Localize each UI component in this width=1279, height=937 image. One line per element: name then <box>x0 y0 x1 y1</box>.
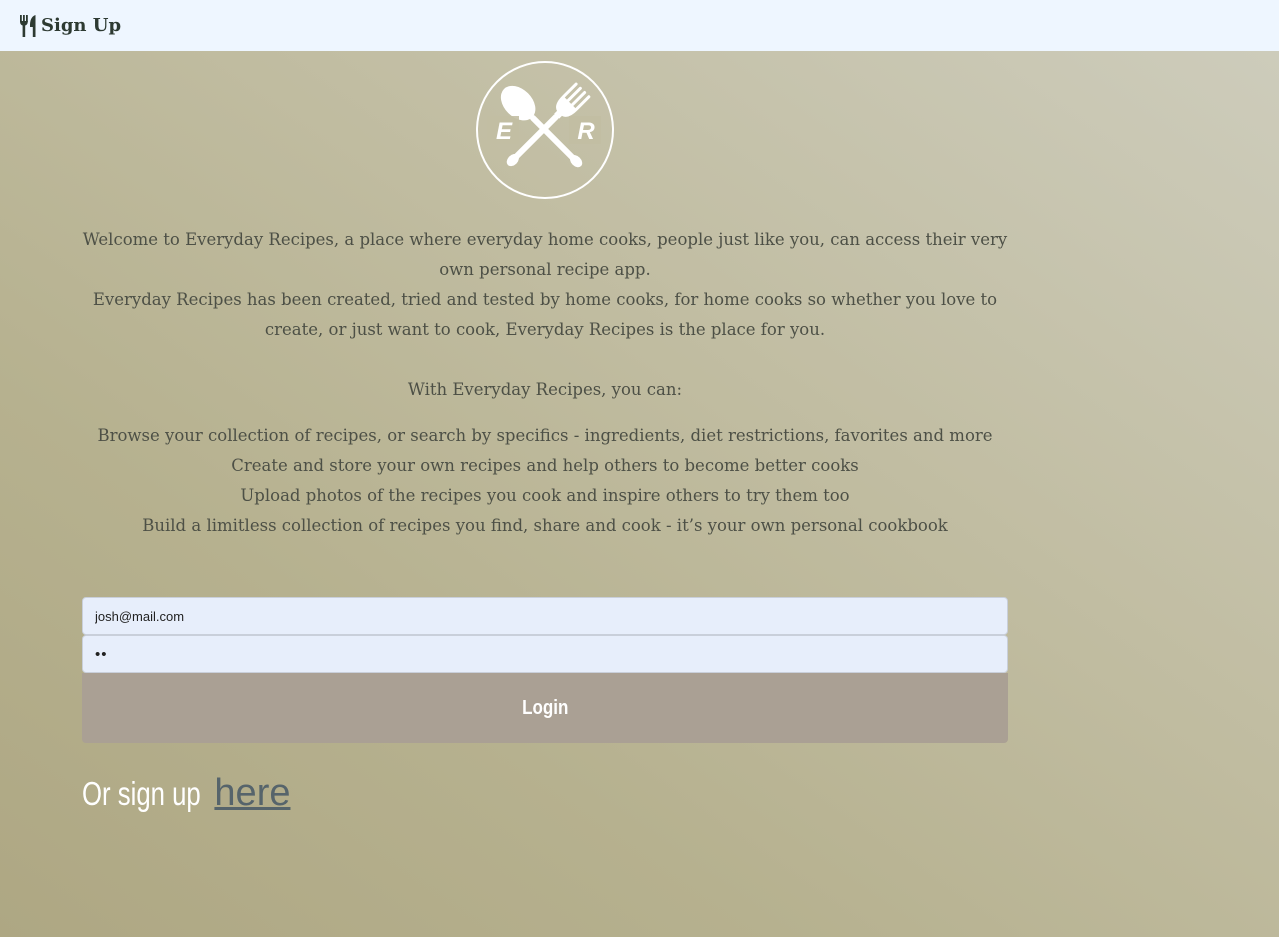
feature-item: Browse your collection of recipes, or se… <box>97 426 993 445</box>
login-button[interactable]: Login <box>82 673 1008 743</box>
email-input[interactable] <box>82 597 1008 635</box>
feature-item: Build a limitless collection of recipes … <box>142 516 948 535</box>
signup-nav-link[interactable]: Sign Up <box>19 14 122 37</box>
feature-item: Create and store your own recipes and he… <box>231 456 859 475</box>
intro-paragraph-welcome: Welcome to Everyday Recipes, a place whe… <box>82 230 1008 279</box>
signup-nav-label: Sign Up <box>41 15 122 36</box>
feature-item: Upload photos of the recipes you cook an… <box>240 486 850 505</box>
password-input[interactable] <box>82 635 1008 673</box>
intro-section: Welcome to Everyday Recipes, a place whe… <box>82 225 1008 541</box>
login-button-label: Login <box>521 696 569 719</box>
top-navbar: Sign Up <box>0 0 1279 51</box>
everyday-recipes-logo: E R <box>475 60 615 200</box>
logo-letter-r: R <box>577 118 595 145</box>
intro-paragraph-about: Everyday Recipes has been created, tried… <box>92 290 998 339</box>
utensils-icon <box>19 14 38 37</box>
signup-prompt: Or sign up here <box>82 772 290 815</box>
login-form: Login <box>82 597 1008 743</box>
features-list: Browse your collection of recipes, or se… <box>82 421 1008 541</box>
signup-prompt-text: Or sign up <box>82 775 201 812</box>
logo-letter-e: E <box>496 118 513 145</box>
features-heading: With Everyday Recipes, you can: <box>407 380 683 399</box>
signup-here-link[interactable]: here <box>214 772 290 814</box>
